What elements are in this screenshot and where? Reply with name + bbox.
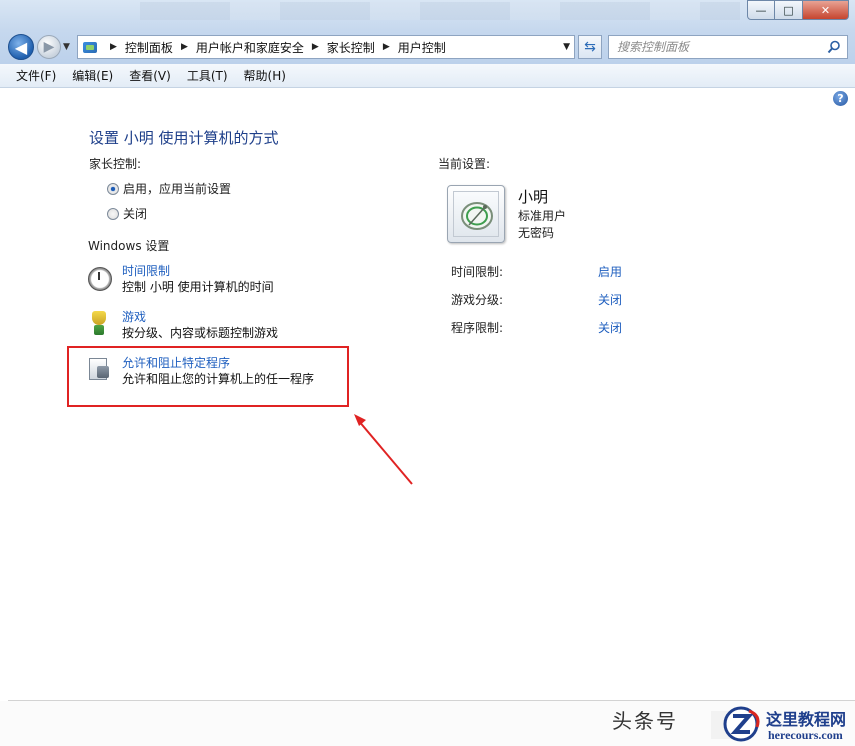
status-value-programs[interactable]: 关闭 [598,319,622,336]
maximize-button[interactable]: □ [775,0,803,20]
password-status: 无密码 [518,226,555,240]
watermark-site-url: herecours.com [768,728,843,742]
breadcrumb-separator[interactable]: ▶ [181,42,188,52]
radio-off-option[interactable]: 关闭 [107,205,147,222]
current-settings-label: 当前设置: [438,157,491,171]
menu-edit[interactable]: 编辑(E) [64,67,121,84]
account-type: 标准用户 [518,209,567,223]
radio-off[interactable] [107,207,119,220]
games-desc: 按分级、内容或标题控制游戏 [122,326,279,340]
windows-settings-label: Windows 设置 [88,239,170,253]
user-picture-icon [461,202,493,230]
time-limits-desc: 控制 小明 使用计算机的时间 [122,280,274,294]
breadcrumb-separator[interactable]: ▶ [110,42,117,52]
menu-help[interactable]: 帮助(H) [236,67,294,84]
breadcrumb-separator[interactable]: ▶ [383,42,390,52]
breadcrumb-user-controls[interactable]: 用户控制 [398,39,446,56]
status-value-games[interactable]: 关闭 [598,291,622,308]
avatar-frame [453,191,499,237]
radio-on-label[interactable]: 启用，应用当前设置 [123,180,231,197]
refresh-button[interactable]: ⇆ [578,35,602,59]
clock-icon [86,263,114,291]
menu-tools[interactable]: 工具(T) [179,67,236,84]
search-icon[interactable] [827,40,841,54]
setting-games: 游戏 按分级、内容或标题控制游戏 [86,309,278,342]
parental-control-label: 家长控制: [89,157,142,171]
user-name: 小明 [518,188,549,206]
forward-button[interactable]: ▶ [37,35,61,59]
page-title: 设置 小明 使用计算机的方式 [89,129,279,147]
watermark-toutiao: 头条号 [612,709,678,733]
address-bar[interactable]: ▶ 控制面板 ▶ 用户帐户和家庭安全 ▶ 家长控制 ▶ 用户控制 ▼ [77,35,575,59]
radio-on[interactable] [107,182,119,195]
radio-off-label[interactable]: 关闭 [123,205,147,222]
status-label-time: 时间限制: [451,265,504,279]
navigation-bar: ◀ ▶ ▼ ▶ 控制面板 ▶ 用户帐户和家庭安全 ▶ 家长控制 ▶ 用户控制 ▼… [0,30,855,64]
back-button[interactable]: ◀ [8,34,34,60]
breadcrumb-parental-controls[interactable]: 家长控制 [327,39,375,56]
radio-on-option[interactable]: 启用，应用当前设置 [107,180,231,197]
menu-bar: 文件(F) 编辑(E) 查看(V) 工具(T) 帮助(H) [0,64,855,88]
address-dropdown-icon[interactable]: ▼ [563,42,570,52]
recent-pages-dropdown[interactable]: ▼ [63,42,73,52]
window-controls: — □ ✕ [747,0,849,20]
search-input[interactable] [617,40,817,54]
help-icon[interactable]: ? [833,91,848,106]
annotation-arrow-icon [354,414,413,485]
games-icon [86,309,114,337]
breadcrumb-control-panel[interactable]: 控制面板 [125,39,173,56]
search-box[interactable] [608,35,848,59]
avatar [447,185,505,243]
minimize-button[interactable]: — [747,0,775,20]
annotation-highlight-box [67,346,349,407]
games-link[interactable]: 游戏 [122,309,278,325]
breadcrumb-separator[interactable]: ▶ [312,42,319,52]
status-label-programs: 程序限制: [451,321,504,335]
background-taskbar-ghost [140,2,740,20]
menu-view[interactable]: 查看(V) [121,67,179,84]
menu-file[interactable]: 文件(F) [8,67,64,84]
setting-time-limits: 时间限制 控制 小明 使用计算机的时间 [86,263,274,296]
control-panel-icon [82,39,98,55]
status-label-games: 游戏分级: [451,293,504,307]
breadcrumb-user-accounts[interactable]: 用户帐户和家庭安全 [196,39,304,56]
watermark-site-title: 这里教程网 [766,710,847,729]
close-button[interactable]: ✕ [803,0,849,20]
status-value-time[interactable]: 启用 [598,263,622,280]
time-limits-link[interactable]: 时间限制 [122,263,274,279]
title-bar: — □ ✕ [0,0,855,30]
watermark-logo-icon [711,706,760,742]
